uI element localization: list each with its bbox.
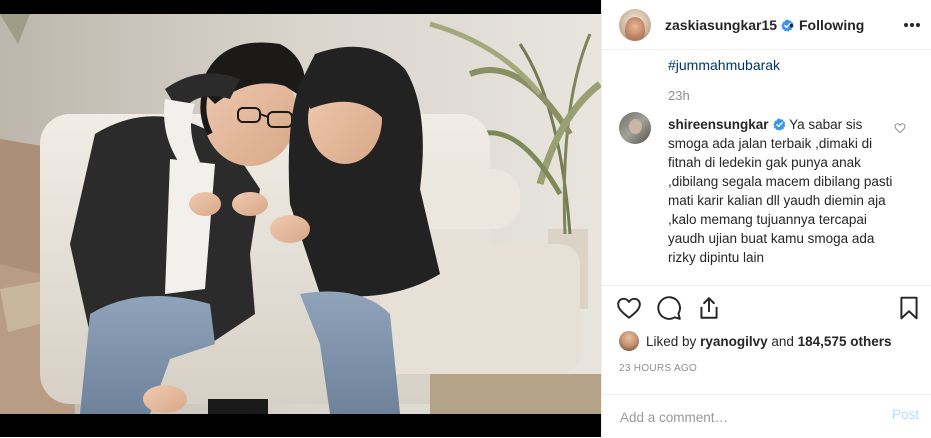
commenter-avatar-photo (629, 119, 642, 134)
post-comment-button[interactable]: Post (892, 407, 919, 422)
liker-avatar[interactable] (619, 331, 639, 351)
post-header: zaskiasungkar15 • Following (602, 0, 931, 50)
comment-item: shireensungkar Ya sabar sis smoga ada ja… (668, 115, 893, 267)
author-username: zaskiasungkar15 (665, 17, 778, 33)
add-comment-input[interactable] (618, 406, 872, 428)
comment-body: Ya sabar sis smoga ada jalan terbaik ,di… (668, 117, 893, 265)
add-comment-section: Post (602, 394, 931, 438)
bookmark-icon[interactable] (896, 295, 922, 321)
caption-time-ago: 23h (668, 88, 690, 103)
verified-icon (772, 118, 785, 131)
liker-username-link[interactable]: ryanogilvy (700, 334, 768, 349)
commenter-avatar[interactable] (619, 112, 651, 144)
commenter-username-link[interactable]: shireensungkar (668, 117, 786, 132)
author-username-link[interactable]: zaskiasungkar15 (665, 17, 794, 33)
author-avatar[interactable] (619, 9, 651, 41)
comment-icon[interactable] (656, 295, 682, 321)
caption-hashtag-link[interactable]: #jummahmubarak (668, 57, 780, 73)
likes-others-link[interactable]: 184,575 others (798, 334, 892, 349)
following-button[interactable]: Following (799, 17, 864, 33)
header-separator-dot: • (789, 17, 794, 33)
post-photo[interactable] (0, 14, 601, 414)
comments-list[interactable]: #jummahmubarak 23h shireensungkar Ya sab… (602, 50, 931, 285)
share-icon[interactable] (696, 295, 722, 321)
post-actions-section: Liked by ryanogilvy and 184,575 others 2… (602, 285, 931, 437)
more-options-icon[interactable] (902, 15, 922, 35)
heart-icon[interactable] (616, 295, 642, 321)
author-avatar-photo (625, 17, 645, 41)
likes-summary: Liked by ryanogilvy and 184,575 others (646, 334, 891, 349)
post-photo-illustration (0, 14, 601, 414)
likes-conjunction: and (771, 334, 794, 349)
comment-like-icon[interactable] (894, 122, 906, 134)
post-side-panel: zaskiasungkar15 • Following #jummahmubar… (601, 0, 931, 437)
post-timestamp[interactable]: 23 HOURS AGO (619, 363, 697, 374)
post-media-container (0, 0, 601, 437)
likes-prefix: Liked by (646, 334, 697, 349)
commenter-username: shireensungkar (668, 117, 769, 132)
